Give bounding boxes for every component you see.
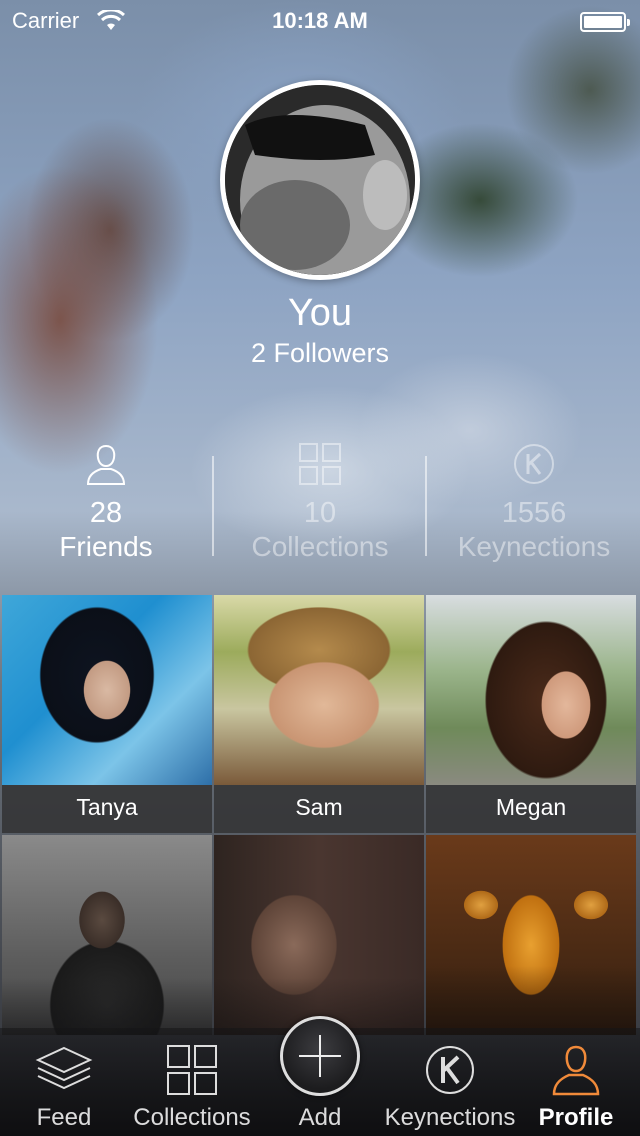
- plus-icon: [299, 1035, 341, 1077]
- avatar-photo: [225, 85, 415, 275]
- friend-photo: [214, 595, 424, 785]
- friend-name: Tanya: [2, 785, 212, 833]
- friend-tile[interactable]: [426, 835, 636, 1035]
- tab-label: Collections: [133, 1104, 251, 1131]
- friend-tile-megan[interactable]: Megan: [426, 595, 636, 833]
- keynections-k-icon: [514, 444, 554, 484]
- clock: 10:18 AM: [272, 8, 368, 33]
- person-icon: [86, 444, 126, 485]
- tab-label: Keynections: [384, 1104, 516, 1131]
- divider: [425, 456, 427, 556]
- friend-photo: [2, 595, 212, 785]
- tab-keynections[interactable]: Keynections: [380, 1028, 520, 1136]
- tab-label: Profile: [538, 1104, 614, 1131]
- stat-label: Collections: [251, 531, 389, 562]
- battery-icon: [580, 12, 630, 32]
- stat-value: 28: [89, 497, 123, 529]
- followers-count[interactable]: 2 Followers: [0, 338, 640, 369]
- friend-photo: [426, 595, 636, 785]
- friend-tile-tanya[interactable]: Tanya: [2, 595, 212, 833]
- friend-photo: [2, 835, 212, 1035]
- status-bar: Carrier 10:18 AM: [0, 0, 640, 40]
- tab-label: Feed: [36, 1104, 92, 1131]
- stat-label: Friends: [59, 531, 153, 562]
- layers-icon: [35, 1046, 93, 1090]
- profile-stats: 28 Friends 10 Collections 1556 Keynectio…: [0, 440, 640, 580]
- friend-tile[interactable]: [2, 835, 212, 1035]
- tab-feed[interactable]: Feed: [0, 1028, 128, 1136]
- friend-photo: [214, 835, 424, 1035]
- tab-profile[interactable]: Profile: [526, 1028, 626, 1136]
- stat-keynections[interactable]: 1556 Keynections: [428, 440, 640, 580]
- grid-icon: [299, 443, 341, 485]
- friend-photo: [426, 835, 636, 1035]
- keynections-k-icon: [426, 1046, 474, 1094]
- stat-value: 1556: [501, 497, 567, 529]
- grid-icon: [167, 1045, 217, 1095]
- friend-name: Megan: [426, 785, 636, 833]
- add-button[interactable]: [280, 1016, 360, 1096]
- tab-bar: Feed Collections Add Keynections Profile: [0, 1016, 640, 1136]
- tab-collections[interactable]: Collections: [126, 1028, 258, 1136]
- stat-friends[interactable]: 28 Friends: [0, 440, 212, 580]
- tab-add[interactable]: Add: [268, 1016, 372, 1136]
- friend-tile[interactable]: [214, 835, 424, 1035]
- tab-label: Add: [298, 1104, 342, 1131]
- person-icon: [552, 1045, 600, 1096]
- friend-name: Sam: [214, 785, 424, 833]
- friend-tile-sam[interactable]: Sam: [214, 595, 424, 833]
- friends-grid: Tanya Sam Megan: [0, 595, 640, 1035]
- stat-value: 10: [303, 497, 337, 529]
- stat-label: Keynections: [457, 531, 611, 562]
- stat-collections[interactable]: 10 Collections: [214, 440, 426, 580]
- avatar[interactable]: [220, 80, 420, 280]
- profile-name: You: [287, 292, 353, 334]
